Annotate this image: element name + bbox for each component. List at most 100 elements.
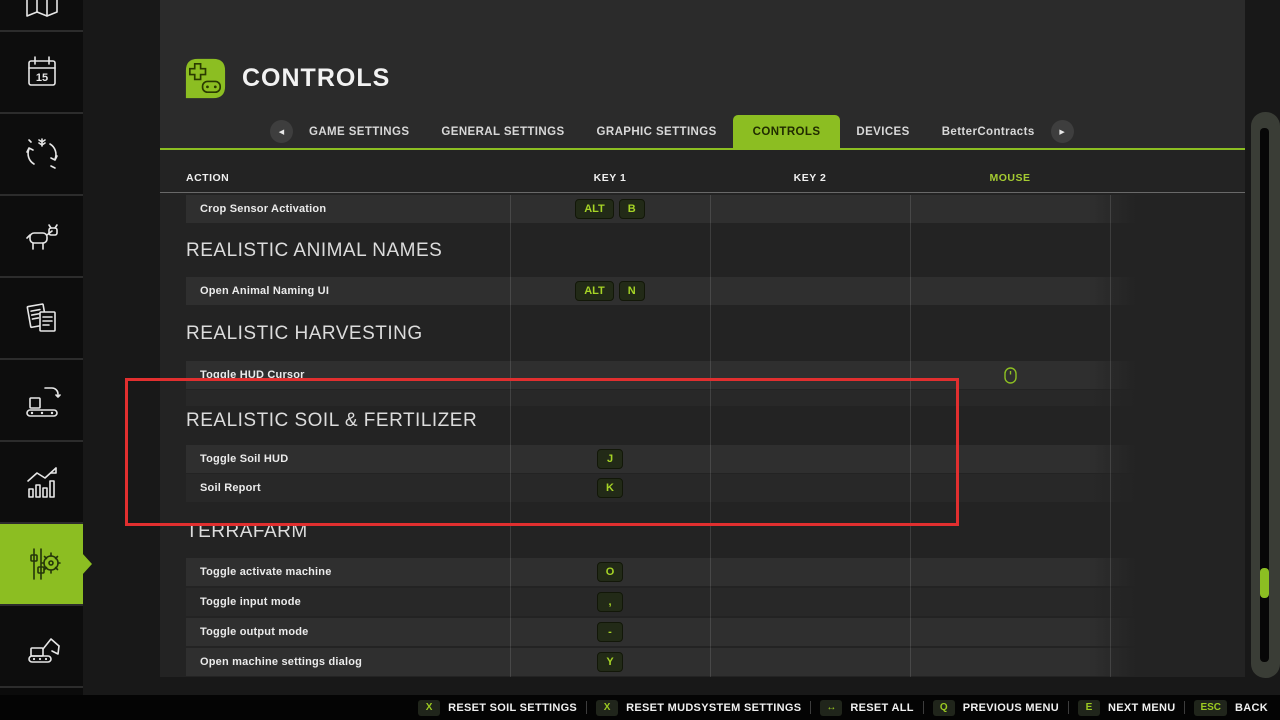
hotkey-badge: X — [418, 700, 440, 716]
animals-icon — [21, 215, 63, 257]
hotkey-label: BACK — [1235, 702, 1268, 714]
key1-cell: O — [510, 558, 710, 586]
tabs-prev-button[interactable]: ◀ — [270, 120, 293, 143]
hotkey-badge: Q — [933, 700, 955, 716]
table-row[interactable]: Toggle activate machineO — [186, 558, 1136, 586]
controls-table: ACTION KEY 1 KEY 2 MOUSE Crop Sensor Act… — [160, 150, 1245, 677]
key-badge: Y — [597, 652, 623, 672]
table-row-empty — [186, 390, 1136, 406]
panel-top: CONTROLS ◀ GAME SETTINGSGENERAL SETTINGS… — [160, 0, 1245, 148]
key-badge: N — [619, 281, 645, 301]
column-divider — [910, 195, 911, 677]
key-badge: K — [597, 478, 623, 498]
sidebar-item-production[interactable] — [0, 360, 83, 442]
column-divider — [510, 195, 511, 677]
section-title: TERRAFARM — [186, 517, 308, 547]
key-badge: - — [597, 622, 623, 642]
key1-cell: J — [510, 445, 710, 473]
section-title: REALISTIC SOIL & FERTILIZER — [186, 406, 477, 436]
key-badge: B — [619, 199, 645, 219]
construction-icon — [21, 625, 63, 667]
table-row[interactable]: Toggle Soil HUDJ — [186, 445, 1136, 473]
calendar-icon: 15 — [21, 51, 63, 93]
tab-graphic-settings[interactable]: GRAPHIC SETTINGS — [581, 115, 733, 148]
scrollbar-track[interactable] — [1260, 128, 1269, 662]
bottom-bar-divider — [810, 701, 811, 714]
sidebar-item-calendar[interactable]: 15 — [0, 32, 83, 114]
sidebar-item-construction[interactable] — [0, 606, 83, 688]
key1-cell: ALTN — [510, 277, 710, 305]
column-divider — [710, 195, 711, 677]
key1-cell: ALTB — [510, 195, 710, 223]
hotkey-label: RESET MUDSYSTEM SETTINGS — [626, 702, 801, 714]
bottom-bar-item-reset-mudsystem-settings[interactable]: X RESET MUDSYSTEM SETTINGS — [596, 700, 801, 716]
column-header-key2: KEY 2 — [710, 172, 910, 188]
table-row[interactable]: Open Animal Naming UIALTN — [186, 277, 1136, 305]
key-badge: ALT — [575, 199, 614, 219]
key1-cell: Y — [510, 648, 710, 676]
key-badge: ALT — [575, 281, 614, 301]
key-badge: O — [597, 562, 624, 582]
bottom-bar-divider — [1184, 701, 1185, 714]
page-title: CONTROLS — [242, 64, 390, 93]
controls-settings-screen: 15 CONTROLS ◀ GAME SETTINGSGENERAL SETTI… — [0, 0, 1280, 720]
column-header-action: ACTION — [186, 172, 229, 188]
sidebar-item-statistics[interactable] — [0, 442, 83, 524]
hotkey-label: RESET SOIL SETTINGS — [448, 702, 577, 714]
section-title: REALISTIC ANIMAL NAMES — [186, 236, 442, 266]
mouse-icon — [1004, 367, 1017, 384]
sidebar: 15 — [0, 0, 83, 695]
hotkey-badge: ESC — [1194, 700, 1227, 716]
hotkey-badge: X — [596, 700, 618, 716]
bottom-bar-item-back[interactable]: ESC BACK — [1194, 700, 1268, 716]
tab-general-settings[interactable]: GENERAL SETTINGS — [425, 115, 580, 148]
bottom-bar-item-previous-menu[interactable]: QPREVIOUS MENU — [933, 700, 1059, 716]
sidebar-item-animals[interactable] — [0, 196, 83, 278]
scrollbar-thumb[interactable] — [1260, 568, 1269, 598]
mouse-cell — [910, 361, 1110, 389]
tab-controls[interactable]: CONTROLS — [733, 115, 841, 148]
bottom-bar: X RESET SOIL SETTINGS X RESET MUDSYSTEM SET… — [0, 695, 1280, 720]
bottom-bar-divider — [586, 701, 587, 714]
column-header-key1: KEY 1 — [510, 172, 710, 188]
sidebar-item-settings[interactable] — [0, 524, 83, 606]
table-row[interactable]: Soil ReportK — [186, 474, 1136, 502]
table-row[interactable]: Toggle output mode- — [186, 618, 1136, 646]
contracts-icon — [21, 297, 63, 339]
sidebar-item-contracts[interactable] — [0, 278, 83, 360]
statistics-icon — [21, 461, 63, 503]
bottom-bar-item-next-menu[interactable]: ENEXT MENU — [1078, 700, 1175, 716]
bottom-bar-item-reset-soil-settings[interactable]: X RESET SOIL SETTINGS — [418, 700, 577, 716]
crop-rotation-icon — [21, 133, 63, 175]
key1-cell: K — [510, 474, 710, 502]
map-icon — [21, 0, 63, 23]
table-row[interactable]: Open machine settings dialogY — [186, 648, 1136, 676]
tab-bar: ◀ GAME SETTINGSGENERAL SETTINGSGRAPHIC S… — [160, 115, 1245, 148]
table-row[interactable]: Crop Sensor ActivationALTB — [186, 195, 1136, 223]
scrollbar — [1251, 112, 1280, 678]
production-icon — [21, 379, 63, 421]
tabs-next-button[interactable]: ▶ — [1051, 120, 1074, 143]
hotkey-badge: ↔ — [820, 700, 842, 716]
tab-devices[interactable]: DEVICES — [840, 115, 925, 148]
column-divider — [1110, 195, 1111, 677]
bottom-bar-item-reset-all[interactable]: ↔ RESET ALL — [820, 700, 913, 716]
sidebar-item-crop-rotation[interactable] — [0, 114, 83, 196]
tab-bettercontracts[interactable]: BetterContracts — [926, 115, 1051, 148]
key-badge: J — [597, 449, 623, 469]
table-row[interactable]: Toggle HUD Cursor — [186, 361, 1136, 389]
sidebar-item-map[interactable] — [0, 0, 83, 32]
section-title: REALISTIC HARVESTING — [186, 319, 423, 349]
key-badge: , — [597, 592, 623, 612]
table-row[interactable]: Toggle input mode, — [186, 588, 1136, 616]
key1-cell: - — [510, 618, 710, 646]
hotkey-label: RESET ALL — [850, 702, 913, 714]
column-header-mouse: MOUSE — [910, 172, 1110, 188]
bottom-bar-divider — [923, 701, 924, 714]
tab-game-settings[interactable]: GAME SETTINGS — [293, 115, 425, 148]
hotkey-label: NEXT MENU — [1108, 702, 1175, 714]
settings-icon — [21, 543, 63, 585]
bottom-bar-divider — [1068, 701, 1069, 714]
header-divider — [160, 192, 1245, 193]
key1-cell: , — [510, 588, 710, 616]
